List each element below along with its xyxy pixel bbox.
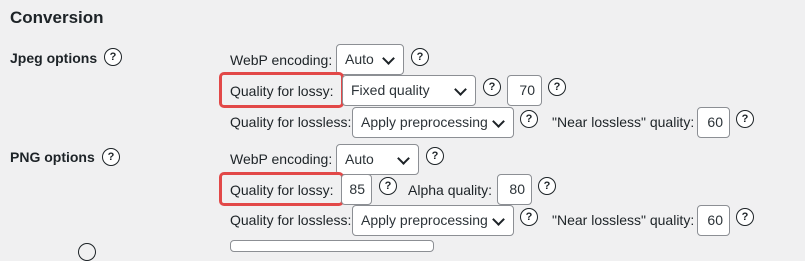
jpeg-webp-encoding-label: WebP encoding: [230,52,333,68]
jpeg-near-lossless-help-icon[interactable]: ? [736,110,754,128]
chevron-down-icon [492,213,505,226]
next-row-help-icon[interactable] [78,243,96,261]
png-alpha-label: Alpha quality: [408,182,493,198]
next-row-select[interactable] [230,240,434,252]
jpeg-near-lossless-label: "Near lossless" quality: [552,114,695,130]
png-alpha-help-icon[interactable]: ? [538,177,556,195]
jpeg-lossless-help-icon[interactable]: ? [520,110,538,128]
png-lossy-quality-input[interactable]: 85 [341,174,372,205]
png-lossy-help-icon[interactable]: ? [379,177,397,195]
png-lossless-help-icon[interactable]: ? [520,208,538,226]
png-alpha-input[interactable]: 80 [497,174,532,205]
jpeg-lossy-help-icon[interactable]: ? [483,78,501,96]
jpeg-webp-encoding-value: Auto [345,51,374,67]
png-webp-encoding-label: WebP encoding: [230,151,333,167]
png-lossless-select[interactable]: Apply preprocessing [352,205,514,236]
png-webp-encoding-select[interactable]: Auto [336,144,419,175]
chevron-down-icon [454,83,467,96]
jpeg-lossless-select[interactable]: Apply preprocessing [352,107,514,138]
jpeg-help-icon[interactable]: ? [104,48,122,66]
png-options-label: PNG options [10,149,95,165]
chevron-down-icon [397,152,410,165]
png-webp-encoding-help-icon[interactable]: ? [426,147,444,165]
jpeg-lossless-label: Quality for lossless: [230,114,352,130]
section-title: Conversion [10,8,104,27]
png-lossy-label: Quality for lossy: [230,182,334,198]
jpeg-lossy-quality-input[interactable]: 70 [507,75,542,106]
jpeg-lossy-label: Quality for lossy: [230,83,334,99]
png-help-icon[interactable]: ? [102,148,120,166]
jpeg-lossy-value: Fixed quality [351,82,430,98]
jpeg-webp-encoding-select[interactable]: Auto [336,44,404,75]
png-lossless-label: Quality for lossless: [230,212,352,228]
png-lossless-value: Apply preprocessing [361,212,488,228]
jpeg-lossless-value: Apply preprocessing [361,114,488,130]
chevron-down-icon [382,52,395,65]
png-near-lossless-label: "Near lossless" quality: [552,212,695,228]
jpeg-webp-encoding-help-icon[interactable]: ? [411,48,429,66]
chevron-down-icon [492,115,505,128]
jpeg-options-label: Jpeg options [10,50,98,66]
png-near-lossless-help-icon[interactable]: ? [736,208,754,226]
jpeg-lossy-quality-help-icon[interactable]: ? [548,78,566,96]
png-webp-encoding-value: Auto [345,151,374,167]
jpeg-near-lossless-input[interactable]: 60 [697,107,730,138]
jpeg-lossy-select[interactable]: Fixed quality [342,75,476,106]
png-near-lossless-input[interactable]: 60 [697,205,730,236]
